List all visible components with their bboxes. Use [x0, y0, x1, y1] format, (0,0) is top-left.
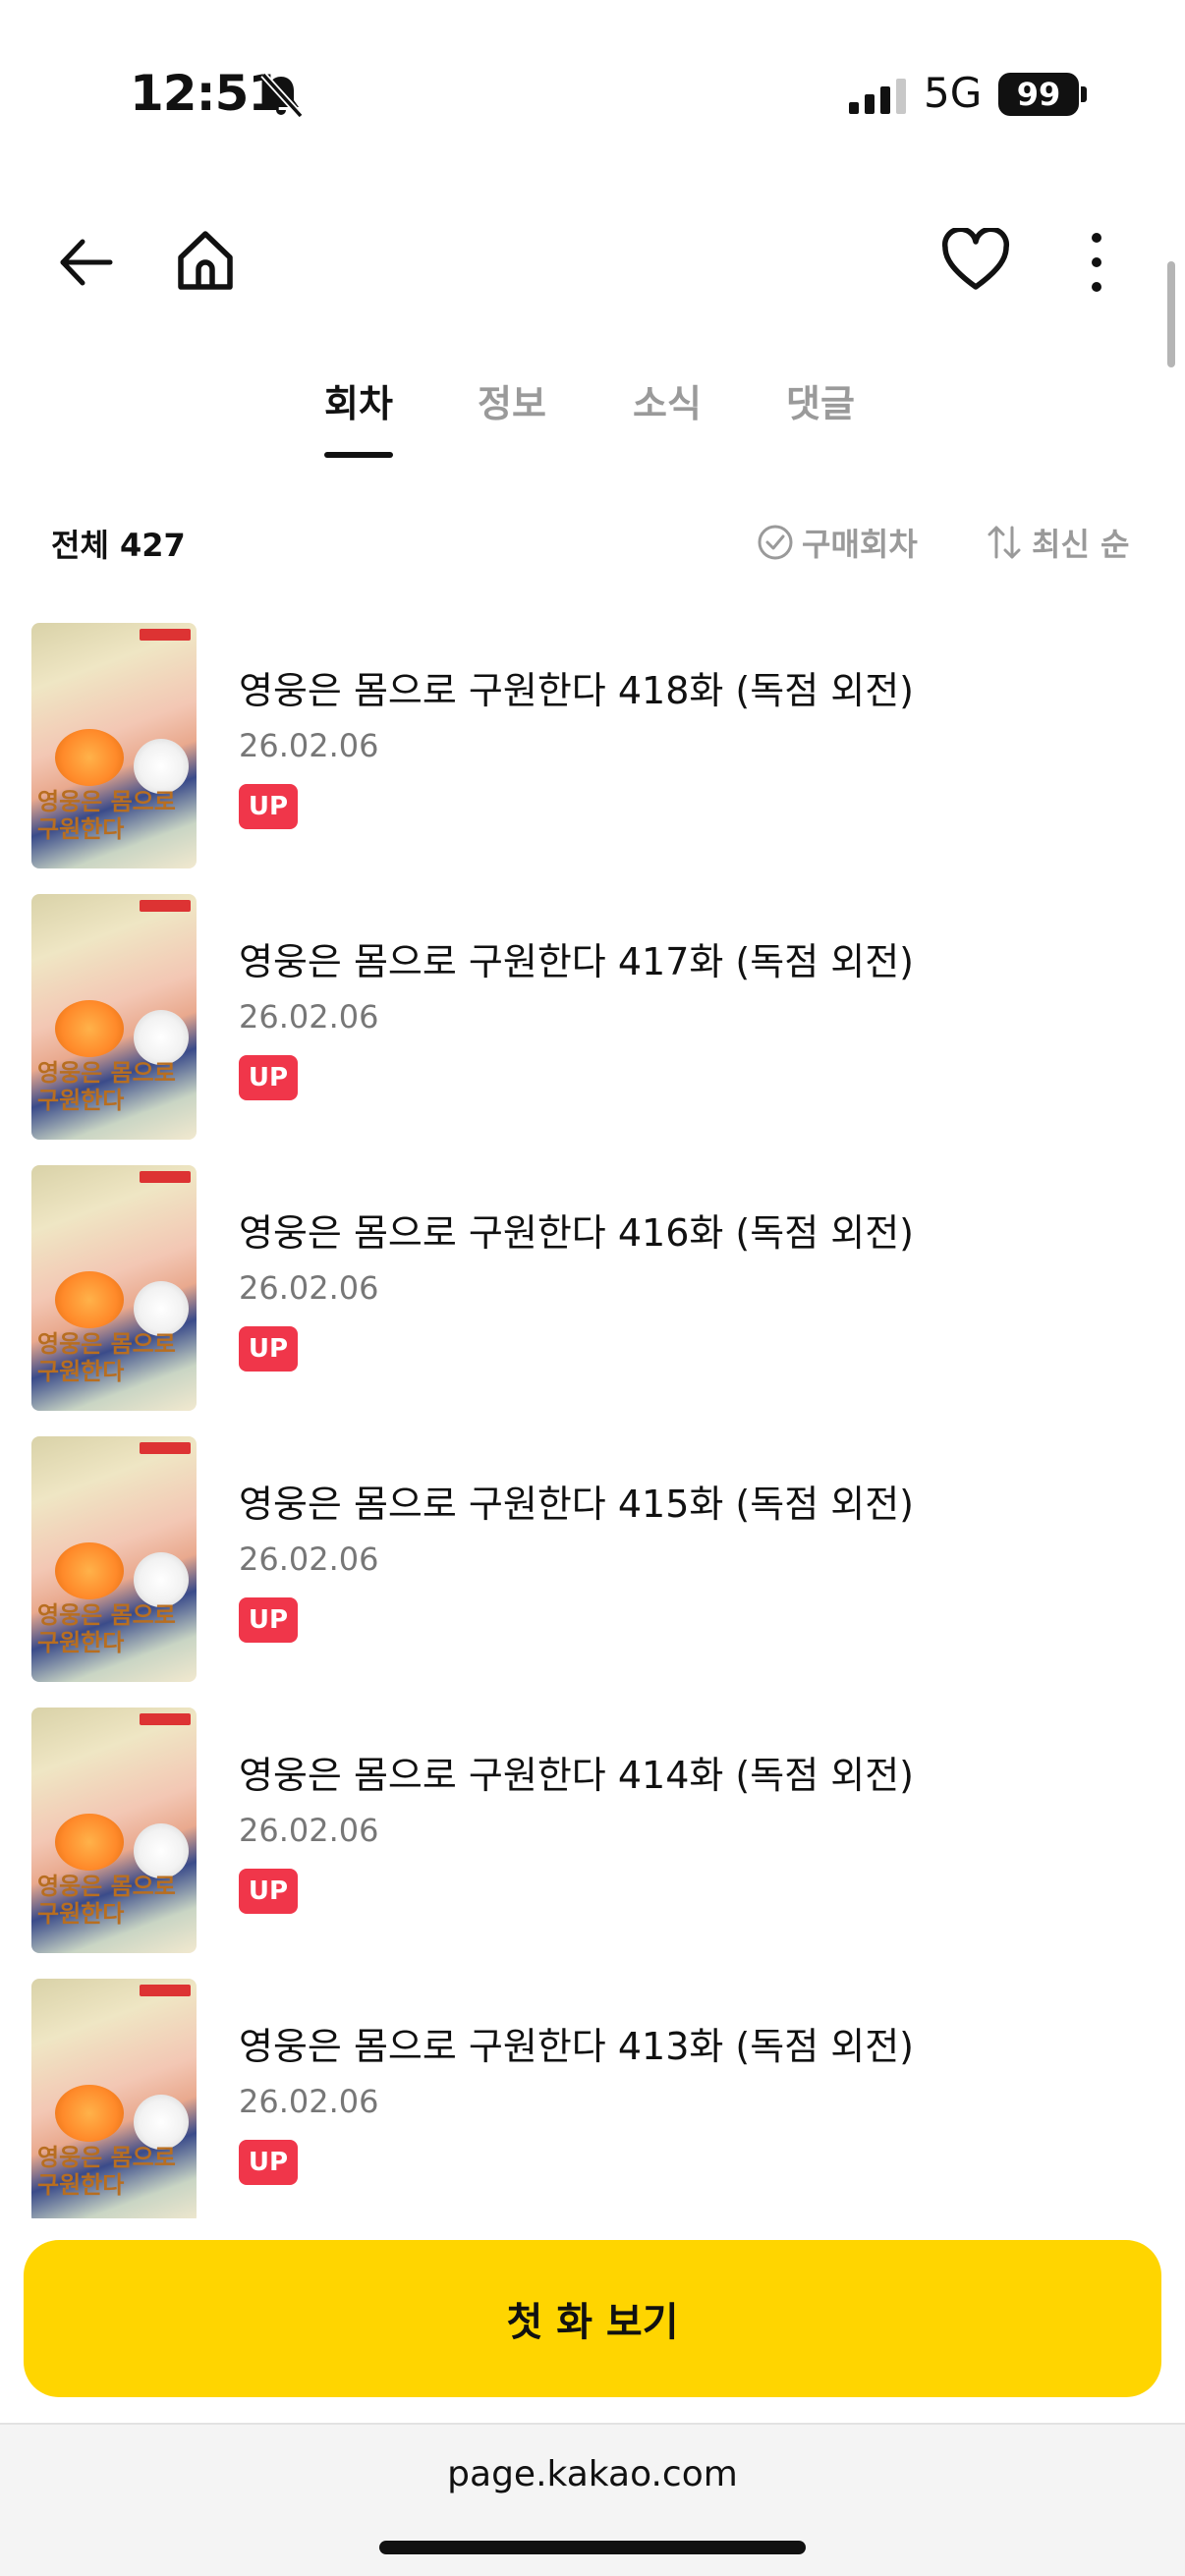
- thumbnail-logo: 영웅은 몸으로 구원한다: [37, 1330, 176, 1385]
- up-badge: UP: [239, 1597, 298, 1643]
- battery-tip: [1081, 86, 1087, 102]
- up-badge: UP: [239, 2140, 298, 2185]
- tab-news[interactable]: 소식: [633, 373, 702, 444]
- tab-comments[interactable]: 댓글: [786, 373, 855, 444]
- thumbnail-logo: 영웅은 몸으로 구원한다: [37, 788, 176, 843]
- episode-thumbnail: 영웅은 몸으로 구원한다: [31, 1436, 197, 1682]
- episode-row[interactable]: 영웅은 몸으로 구원한다 영웅은 몸으로 구원한다 417화 (독점 외전) 2…: [0, 890, 1185, 1140]
- thumbnail-logo: 영웅은 몸으로 구원한다: [37, 1601, 176, 1656]
- up-badge: UP: [239, 1326, 298, 1372]
- tab-episodes[interactable]: 회차: [324, 373, 393, 458]
- battery-indicator: 99: [998, 73, 1079, 116]
- top-nav: [0, 206, 1185, 324]
- purchased-filter-label: 구매회차: [802, 526, 918, 563]
- total-count: 전체 427: [51, 527, 186, 564]
- episode-title: 영웅은 몸으로 구원한다 417화 (독점 외전): [239, 940, 914, 983]
- thumbnail-logo: 영웅은 몸으로 구원한다: [37, 2144, 176, 2199]
- episode-thumbnail: 영웅은 몸으로 구원한다: [31, 1708, 197, 1953]
- episode-thumbnail: 영웅은 몸으로 구원한다: [31, 623, 197, 868]
- up-badge: UP: [239, 1055, 298, 1100]
- signal-icon: [849, 79, 906, 114]
- status-bar: 12:51 5G 99: [0, 0, 1185, 187]
- thumbnail-logo: 영웅은 몸으로 구원한다: [37, 1873, 176, 1928]
- sort-arrows-icon: [988, 526, 1021, 559]
- episode-title: 영웅은 몸으로 구원한다 418화 (독점 외전): [239, 669, 914, 712]
- browser-bottom-bar: page.kakao.com: [0, 2423, 1185, 2576]
- up-badge: UP: [239, 784, 298, 829]
- tab-info[interactable]: 정보: [478, 373, 546, 444]
- episode-date: 26.02.06: [239, 1812, 379, 1849]
- episode-title: 영웅은 몸으로 구원한다 414화 (독점 외전): [239, 1754, 914, 1797]
- home-icon[interactable]: [171, 226, 240, 295]
- episode-row[interactable]: 영웅은 몸으로 구원한다 영웅은 몸으로 구원한다 413화 (독점 외전) 2…: [0, 1975, 1185, 2218]
- home-indicator[interactable]: [379, 2541, 806, 2554]
- sort-button[interactable]: 최신 순: [987, 519, 1129, 566]
- heart-icon[interactable]: [941, 228, 1010, 293]
- episode-thumbnail: 영웅은 몸으로 구원한다: [31, 1165, 197, 1411]
- list-header: 전체 427 구매회차 최신 순: [0, 511, 1185, 572]
- check-circle-icon: [758, 525, 793, 560]
- episode-list: 영웅은 몸으로 구원한다 영웅은 몸으로 구원한다 418화 (독점 외전) 2…: [0, 617, 1185, 2218]
- episode-date: 26.02.06: [239, 2083, 379, 2120]
- episode-row[interactable]: 영웅은 몸으로 구원한다 영웅은 몸으로 구원한다 414화 (독점 외전) 2…: [0, 1704, 1185, 1953]
- bell-slash-icon: [260, 72, 304, 119]
- episode-row[interactable]: 영웅은 몸으로 구원한다 영웅은 몸으로 구원한다 418화 (독점 외전) 2…: [0, 619, 1185, 868]
- back-arrow-icon[interactable]: [55, 232, 116, 293]
- purchased-filter-button[interactable]: 구매회차: [757, 519, 918, 566]
- episode-thumbnail: 영웅은 몸으로 구원한다: [31, 894, 197, 1140]
- episode-row[interactable]: 영웅은 몸으로 구원한다 영웅은 몸으로 구원한다 416화 (독점 외전) 2…: [0, 1161, 1185, 1411]
- episode-title: 영웅은 몸으로 구원한다 416화 (독점 외전): [239, 1211, 914, 1255]
- episode-date: 26.02.06: [239, 1540, 379, 1578]
- url-bar[interactable]: page.kakao.com: [0, 2454, 1185, 2494]
- more-vertical-icon[interactable]: [1081, 228, 1112, 297]
- episode-title: 영웅은 몸으로 구원한다 413화 (독점 외전): [239, 2025, 914, 2068]
- scrollbar[interactable]: [1167, 261, 1175, 367]
- episode-title: 영웅은 몸으로 구원한다 415화 (독점 외전): [239, 1483, 914, 1526]
- episode-date: 26.02.06: [239, 727, 379, 764]
- episode-row[interactable]: 영웅은 몸으로 구원한다 영웅은 몸으로 구원한다 415화 (독점 외전) 2…: [0, 1432, 1185, 1682]
- first-episode-button[interactable]: 첫 화 보기: [24, 2240, 1161, 2397]
- network-label: 5G: [924, 69, 983, 117]
- episode-date: 26.02.06: [239, 998, 379, 1036]
- episode-date: 26.02.06: [239, 1269, 379, 1307]
- up-badge: UP: [239, 1869, 298, 1914]
- sort-label: 최신 순: [1032, 526, 1130, 563]
- thumbnail-logo: 영웅은 몸으로 구원한다: [37, 1059, 176, 1114]
- episode-thumbnail: 영웅은 몸으로 구원한다: [31, 1979, 197, 2218]
- tab-bar: 회차 정보 소식 댓글: [0, 373, 1185, 458]
